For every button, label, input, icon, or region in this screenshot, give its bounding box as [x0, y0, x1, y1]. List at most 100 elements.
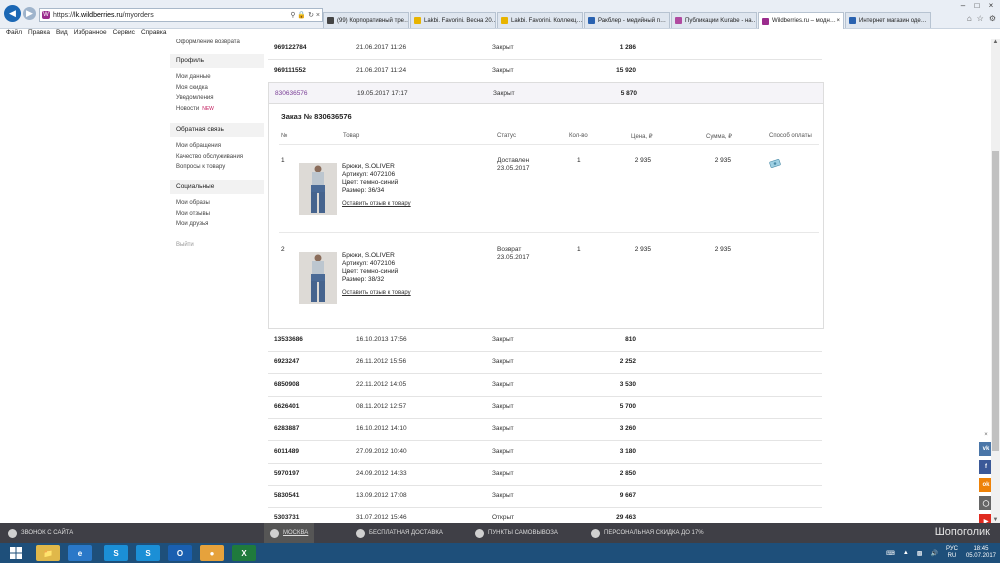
- home-icon[interactable]: ⌂: [967, 14, 972, 23]
- order-id[interactable]: 969122784: [274, 39, 307, 59]
- leave-review-link[interactable]: Оставить отзыв к товару: [342, 290, 411, 296]
- scroll-thumb[interactable]: [992, 151, 999, 451]
- page-content: Оформление возврата Профиль Мои данные М…: [0, 39, 1000, 523]
- sidebar-item-my-reviews[interactable]: Мои отзывы: [170, 209, 264, 220]
- browser-tab[interactable]: (99) Корпоративный тре…: [323, 12, 409, 28]
- order-row[interactable]: 6626401 08.11.2012 12:57 Закрыт 5 700: [268, 396, 822, 419]
- order-row[interactable]: 13533686 16.10.2013 17:56 Закрыт 810: [268, 329, 822, 352]
- call-back-button[interactable]: ЗВОНОК С САЙТА: [8, 523, 73, 543]
- order-id[interactable]: 5303731: [274, 507, 299, 523]
- url-prefix: https://: [53, 11, 75, 19]
- product-name[interactable]: Брюки, S.OLIVER: [342, 252, 398, 260]
- order-id[interactable]: 969111552: [274, 60, 306, 82]
- volume-icon[interactable]: 🔊: [930, 550, 937, 557]
- clock[interactable]: 18:45 05.07.2017: [966, 546, 996, 560]
- sidebar-item-my-data[interactable]: Мои данные: [170, 72, 264, 83]
- order-row[interactable]: 969122784 21.06.2017 11:26 Закрыт 1 286: [268, 39, 822, 60]
- sidebar-item-return[interactable]: Оформление возврата: [170, 39, 264, 48]
- leave-review-link[interactable]: Оставить отзыв к товару: [342, 201, 411, 207]
- forward-button[interactable]: ▶: [23, 7, 36, 20]
- personal-discount-link[interactable]: ПЕРСОНАЛЬНАЯ СКИДКА ДО 17%: [591, 523, 704, 543]
- order-id[interactable]: 6283887: [274, 418, 299, 440]
- browser-tab[interactable]: Lakbi. Favorini. Весна 20…: [410, 12, 496, 28]
- close-window-icon[interactable]: ×: [984, 0, 998, 10]
- order-id[interactable]: 6626401: [274, 396, 299, 418]
- network-icon[interactable]: ▩: [917, 550, 923, 557]
- back-button[interactable]: ◀: [4, 5, 21, 22]
- tab-title: Публикации Kurabe - на…: [685, 17, 757, 24]
- sidebar-item-notifications[interactable]: Уведомления: [170, 93, 264, 104]
- menu-view[interactable]: Вид: [56, 29, 68, 39]
- language-indicator[interactable]: РУС RU: [946, 546, 958, 560]
- order-status: Закрыт: [492, 44, 514, 51]
- pickup-points-link[interactable]: ПУНКТЫ САМОВЫВОЗА: [475, 523, 558, 543]
- order-id[interactable]: 6011489: [274, 441, 299, 463]
- free-delivery-link[interactable]: БЕСПЛАТНАЯ ДОСТАВКА: [356, 523, 443, 543]
- menu-tools[interactable]: Сервис: [113, 29, 135, 39]
- sidebar-item-my-requests[interactable]: Мои обращения: [170, 141, 264, 152]
- product-photo[interactable]: [299, 163, 337, 215]
- sidebar-item-service-quality[interactable]: Качество обслуживания: [170, 152, 264, 163]
- logout-link[interactable]: Выйти: [170, 240, 264, 251]
- search-icon[interactable]: ⚲: [290, 12, 295, 19]
- order-row[interactable]: 6923247 26.11.2012 15:56 Закрыт 2 252: [268, 351, 822, 375]
- address-url[interactable]: https://lk.wildberries.ru/myorders: [53, 12, 290, 19]
- order-id[interactable]: 830636576: [275, 83, 308, 105]
- city-button[interactable]: МОСКВА: [264, 523, 315, 543]
- menu-edit[interactable]: Правка: [28, 29, 50, 39]
- order-row[interactable]: 6011489 27.09.2012 10:40 Закрыт 3 180: [268, 441, 822, 464]
- order-id[interactable]: 13533686: [274, 329, 303, 351]
- menu-favorites[interactable]: Избранное: [74, 29, 107, 39]
- browser-tab[interactable]: Lakbi. Favorini. Коллекц…: [497, 12, 583, 28]
- file-explorer-icon[interactable]: 📁: [36, 545, 60, 561]
- gear-icon[interactable]: ⚙: [989, 14, 996, 23]
- order-row[interactable]: 6850908 22.11.2012 14:05 Закрыт 3 530: [268, 374, 822, 397]
- tray-arrow-icon[interactable]: ▲: [903, 550, 909, 556]
- order-row[interactable]: 5830541 13.09.2012 17:08 Закрыт 9 667: [268, 485, 822, 509]
- order-sum: 3 180: [619, 447, 636, 455]
- keyboard-icon[interactable]: ⌨: [886, 550, 895, 557]
- maximize-icon[interactable]: □: [970, 0, 984, 10]
- order-row[interactable]: 6283887 16.10.2012 14:10 Закрыт 3 260: [268, 418, 822, 442]
- scroll-up-icon[interactable]: ▲: [991, 39, 1000, 45]
- order-row-expanded[interactable]: 830636576 19.05.2017 17:17 Закрыт 5 870: [268, 82, 824, 104]
- order-id[interactable]: 5830541: [274, 485, 299, 507]
- start-button[interactable]: [4, 545, 28, 561]
- address-bar[interactable]: W https://lk.wildberries.ru/myorders ⚲ 🔒…: [39, 8, 323, 22]
- order-row[interactable]: 5970197 24.09.2012 14:33 Закрыт 2 850: [268, 463, 822, 486]
- close-icon[interactable]: ×: [316, 12, 320, 19]
- sidebar-item-product-questions[interactable]: Вопросы к товару: [170, 162, 264, 173]
- refresh-icon[interactable]: ↻: [308, 12, 314, 19]
- excel-icon[interactable]: X: [232, 545, 256, 561]
- order-sum: 2 252: [619, 358, 636, 366]
- minimize-icon[interactable]: –: [956, 0, 970, 10]
- sidebar-item-news[interactable]: Новости NEW: [170, 104, 264, 115]
- order-id[interactable]: 6923247: [274, 351, 299, 373]
- order-id[interactable]: 5970197: [274, 463, 299, 485]
- app-icon[interactable]: ●: [200, 545, 224, 561]
- menu-file[interactable]: Файл: [6, 29, 22, 39]
- lock-icon[interactable]: 🔒: [297, 12, 306, 19]
- outlook-icon[interactable]: O: [168, 545, 192, 561]
- browser-tab[interactable]: Интернет магазин оде…: [845, 12, 931, 28]
- sidebar-item-my-discount[interactable]: Моя скидка: [170, 83, 264, 94]
- sidebar-item-my-looks[interactable]: Мои образы: [170, 198, 264, 209]
- order-id[interactable]: 6850908: [274, 374, 299, 396]
- page-scrollbar[interactable]: ▲ ▼: [991, 39, 1000, 523]
- order-row[interactable]: 969111552 21.06.2017 11:24 Закрыт 15 920: [268, 60, 822, 83]
- menu-help[interactable]: Справка: [141, 29, 167, 39]
- order-row[interactable]: 5303731 31.07.2012 15:46 Открыт 29 463: [268, 507, 822, 523]
- skype-icon[interactable]: S: [104, 545, 128, 561]
- star-icon[interactable]: ☆: [977, 14, 984, 23]
- product-photo[interactable]: [299, 252, 337, 304]
- sidebar-item-my-friends[interactable]: Мои друзья: [170, 219, 264, 230]
- product-name[interactable]: Брюки, S.OLIVER: [342, 163, 398, 171]
- tab-title: Ракблер - медийный п…: [598, 17, 666, 24]
- close-tab-icon[interactable]: ×: [836, 18, 840, 24]
- browser-tab[interactable]: Публикации Kurabe - на…: [671, 12, 757, 28]
- browser-tab[interactable]: Wildberries.ru – модн… ×: [758, 12, 844, 29]
- skype-icon[interactable]: S: [136, 545, 160, 561]
- order-date: 08.11.2012 12:57: [356, 402, 407, 410]
- internet-explorer-icon[interactable]: e: [68, 545, 92, 561]
- browser-tab[interactable]: Ракблер - медийный п…: [584, 12, 670, 28]
